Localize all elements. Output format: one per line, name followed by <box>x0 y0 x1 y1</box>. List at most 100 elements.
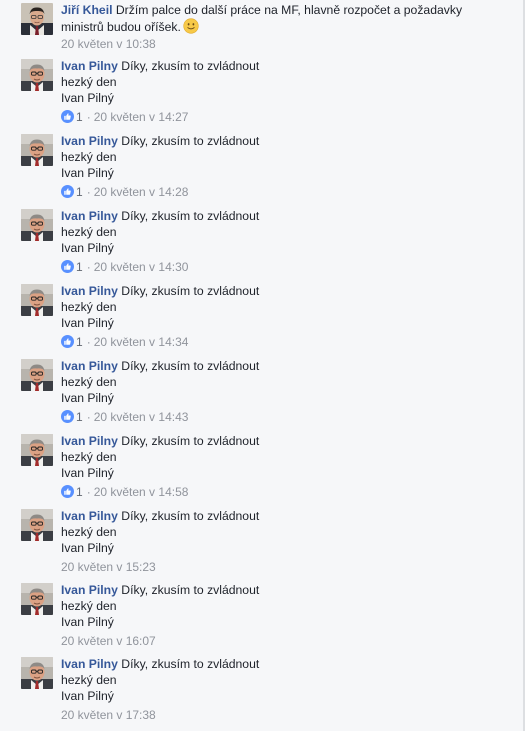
comment-timestamp[interactable]: 20 květen v 14:58 <box>94 485 189 499</box>
comment-text-line: Ivan Pilný <box>61 240 501 256</box>
comment-text-line: hezký den <box>61 374 501 390</box>
comment-text: Ivan Pilný <box>61 689 114 704</box>
comment-author-link[interactable]: Ivan Pilny <box>61 657 118 671</box>
comment-text-line: hezký den <box>61 149 501 165</box>
comment-text-line: Jiří Kheil Držím palce do další práce na… <box>61 2 501 18</box>
comment-text: hezký den <box>61 450 117 465</box>
comment-text-line: Ivan Pilny Díky, zkusím to zvládnout <box>61 656 501 672</box>
comment-text: Díky, zkusím to zvládnout <box>121 434 260 448</box>
comment-text-line: Ivan Pilny Díky, zkusím to zvládnout <box>61 133 501 149</box>
comment-body: Ivan Pilny Díky, zkusím to zvládnout hezk… <box>61 58 501 107</box>
comment-body: Ivan Pilny Díky, zkusím to zvládnout hezk… <box>61 208 501 257</box>
comment-text-line: Ivan Pilny Díky, zkusím to zvládnout <box>61 358 501 374</box>
comment-author-link[interactable]: Ivan Pilny <box>61 509 118 523</box>
author-avatar[interactable] <box>21 359 53 391</box>
meta-separator: · <box>86 334 91 349</box>
comment-body: Ivan Pilny Díky, zkusím to zvládnout hezk… <box>61 582 501 631</box>
like-thumb-icon <box>61 109 74 123</box>
comment-body: Jiří Kheil Držím palce do další práce na… <box>61 2 501 35</box>
author-avatar[interactable] <box>21 434 53 466</box>
like-thumb-icon <box>61 484 74 498</box>
comment-timestamp[interactable]: 20 květen v 15:23 <box>61 560 156 574</box>
author-avatar[interactable] <box>21 209 53 241</box>
author-avatar[interactable] <box>21 134 53 166</box>
meta-separator: · <box>86 109 91 124</box>
like-reaction-summary[interactable]: 1 <box>61 109 84 124</box>
like-reaction-summary[interactable]: 1 <box>61 409 84 424</box>
comment-text: hezký den <box>61 75 117 90</box>
comment-author-link[interactable]: Ivan Pilny <box>61 434 118 448</box>
comment-timestamp[interactable]: 20 květen v 10:38 <box>61 37 156 51</box>
comment-text: hezký den <box>61 525 117 540</box>
like-count: 1 <box>76 484 83 499</box>
comment-text: Ivan Pilný <box>61 241 114 256</box>
comment-timestamp[interactable]: 20 květen v 14:30 <box>94 260 189 274</box>
comment-author-link[interactable]: Ivan Pilny <box>61 583 118 597</box>
comment-text-line: hezký den <box>61 299 501 315</box>
author-avatar[interactable] <box>21 3 53 35</box>
comment-timestamp[interactable]: 20 květen v 14:27 <box>94 110 189 124</box>
comment-meta: 1 · 20 květen v 14:43 <box>61 409 188 425</box>
comment-text-line: Ivan Pilny Díky, zkusím to zvládnout <box>61 508 501 524</box>
like-thumb-icon <box>61 409 74 423</box>
comment-text: Ivan Pilný <box>61 541 114 556</box>
comment-body: Ivan Pilny Díky, zkusím to zvládnout hezk… <box>61 656 501 705</box>
comment-author-link[interactable]: Ivan Pilny <box>61 59 118 73</box>
like-count: 1 <box>76 184 83 199</box>
author-avatar[interactable] <box>21 59 53 91</box>
comment-text-line: Ivan Pilny Díky, zkusím to zvládnout <box>61 208 501 224</box>
comment-body: Ivan Pilny Díky, zkusím to zvládnout hezk… <box>61 133 501 182</box>
like-reaction-summary[interactable]: 1 <box>61 484 84 499</box>
comment-text-line: hezký den <box>61 524 501 540</box>
comment-timestamp[interactable]: 20 květen v 14:34 <box>94 335 189 349</box>
like-reaction-summary[interactable]: 1 <box>61 334 84 349</box>
comment-meta: 20 květen v 16:07 <box>61 633 156 649</box>
comment-text: Ivan Pilný <box>61 466 114 481</box>
comment-text: hezký den <box>61 599 117 614</box>
comment-body: Ivan Pilny Díky, zkusím to zvládnout hezk… <box>61 433 501 482</box>
like-count: 1 <box>76 409 83 424</box>
author-avatar[interactable] <box>21 284 53 316</box>
comment-text: Díky, zkusím to zvládnout <box>121 583 260 597</box>
like-reaction-summary[interactable]: 1 <box>61 184 84 199</box>
comment-text: Ivan Pilný <box>61 391 114 406</box>
comment-text-line: Ivan Pilny Díky, zkusím to zvládnout <box>61 58 501 74</box>
comment-timestamp[interactable]: 20 květen v 16:07 <box>61 634 156 648</box>
comment-timestamp[interactable]: 20 květen v 14:43 <box>94 410 189 424</box>
comment-text-line: Ivan Pilný <box>61 540 501 556</box>
comment-author-link[interactable]: Jiří Kheil <box>61 3 112 17</box>
comment-author-link[interactable]: Ivan Pilny <box>61 134 118 148</box>
author-avatar[interactable] <box>21 509 53 541</box>
comment-text-line: Ivan Pilny Díky, zkusím to zvládnout <box>61 582 501 598</box>
comment-body: Ivan Pilny Díky, zkusím to zvládnout hezk… <box>61 358 501 407</box>
comment-text: Ivan Pilný <box>61 615 114 630</box>
comment-text: Díky, zkusím to zvládnout <box>121 657 260 671</box>
comment-text-line: Ivan Pilný <box>61 165 501 181</box>
like-thumb-icon <box>61 259 74 273</box>
comment-meta: 1 · 20 květen v 14:28 <box>61 184 188 200</box>
comment-text: Ivan Pilný <box>61 91 114 106</box>
comment-timestamp[interactable]: 20 květen v 14:28 <box>94 185 189 199</box>
comment-text-line: hezký den <box>61 224 501 240</box>
comment-text-line: hezký den <box>61 598 501 614</box>
comment-author-link[interactable]: Ivan Pilny <box>61 284 118 298</box>
slightly-smiling-face-emoji <box>183 18 199 34</box>
like-thumb-icon <box>61 334 74 348</box>
comment-timestamp[interactable]: 20 květen v 17:38 <box>61 708 156 722</box>
comment-meta: 1 · 20 květen v 14:34 <box>61 334 188 350</box>
like-count: 1 <box>76 259 83 274</box>
author-avatar[interactable] <box>21 657 53 689</box>
comment-text-line: Ivan Pilný <box>61 390 501 406</box>
like-reaction-summary[interactable]: 1 <box>61 259 84 274</box>
meta-separator: · <box>86 184 91 199</box>
comment-text: ministrů budou oříšek. <box>61 20 181 35</box>
comment-text-line: ministrů budou oříšek. <box>61 18 501 35</box>
comment-text: hezký den <box>61 673 117 688</box>
comment-text: Díky, zkusím to zvládnout <box>121 509 260 523</box>
comment-text: hezký den <box>61 300 117 315</box>
comment-author-link[interactable]: Ivan Pilny <box>61 209 118 223</box>
comment-author-link[interactable]: Ivan Pilny <box>61 359 118 373</box>
author-avatar[interactable] <box>21 583 53 615</box>
comment-text: Díky, zkusím to zvládnout <box>121 359 260 373</box>
comment-meta: 1 · 20 květen v 14:27 <box>61 109 188 125</box>
